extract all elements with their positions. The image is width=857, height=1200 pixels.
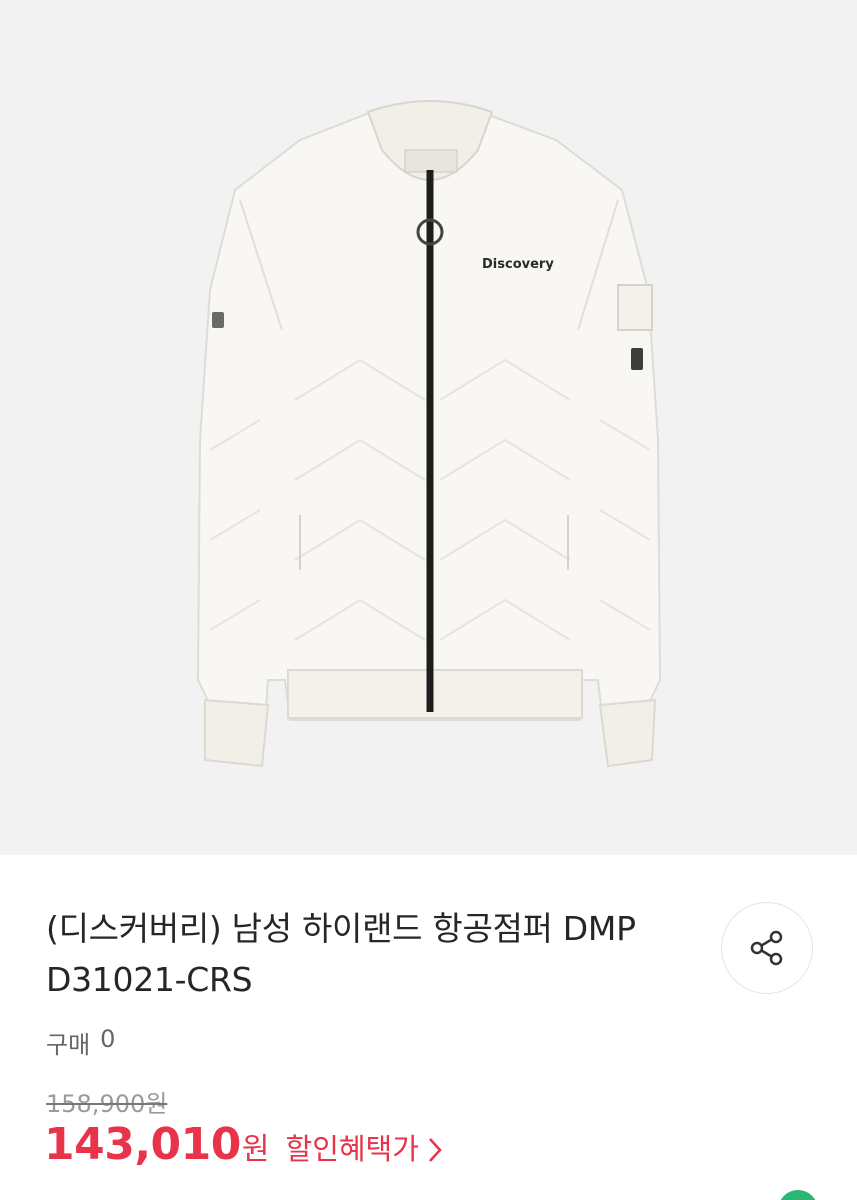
product-info-panel: (디스커버리) 남성 하이랜드 항공점퍼 DMP D31021-CRS 구매 0… bbox=[0, 855, 857, 1200]
sale-currency: 원 bbox=[241, 1132, 270, 1167]
original-price: 158,900원 bbox=[46, 1090, 168, 1118]
purchase-count: 구매 0 bbox=[46, 1025, 115, 1060]
share-icon bbox=[750, 930, 783, 966]
discount-benefit-label: 할인혜택가 bbox=[285, 1132, 419, 1166]
sale-price-row: 143,010 원 할인혜택가 bbox=[44, 1119, 443, 1170]
purchase-count-value: 0 bbox=[100, 1025, 116, 1053]
product-image[interactable]: Discovery bbox=[0, 0, 857, 855]
chevron-right-icon bbox=[428, 1138, 442, 1162]
purchase-label: 구매 bbox=[46, 1031, 91, 1059]
product-title: (디스커버리) 남성 하이랜드 항공점퍼 DMP D31021-CRS bbox=[46, 909, 636, 999]
share-button[interactable] bbox=[721, 902, 813, 994]
discount-benefit-link[interactable]: 할인혜택가 bbox=[286, 1126, 443, 1168]
brand-logo: Discovery bbox=[482, 257, 554, 272]
jacket-illustration: Discovery bbox=[196, 100, 662, 768]
sale-price: 143,010 bbox=[44, 1119, 241, 1170]
